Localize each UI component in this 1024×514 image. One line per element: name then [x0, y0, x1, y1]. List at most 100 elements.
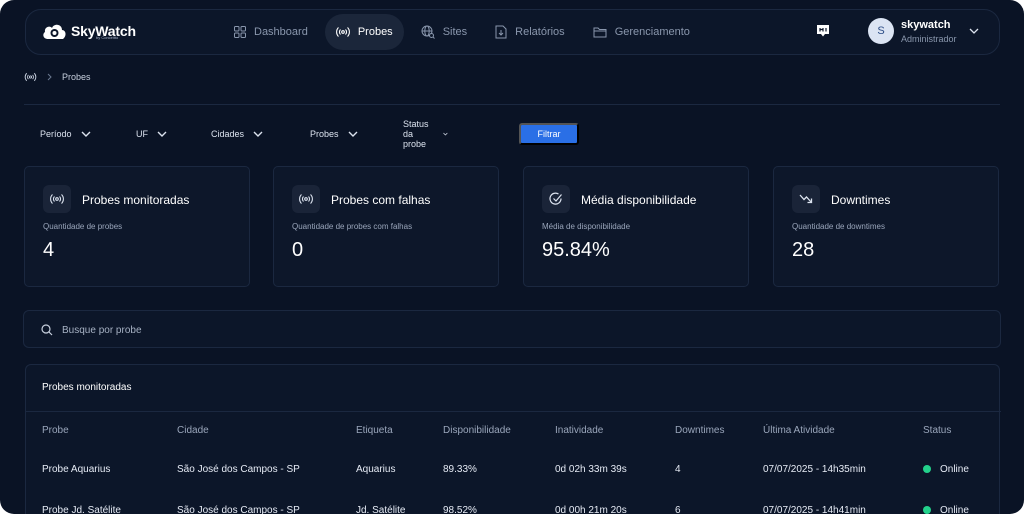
radio-signal-icon	[335, 27, 350, 37]
chevron-down-icon	[348, 131, 358, 137]
nav-item-relatorios[interactable]: Relatórios	[484, 14, 576, 50]
cell-ultima-atividade: 07/07/2025 - 14h35min	[763, 464, 866, 475]
brand-subtitle: by Conceitto	[96, 35, 119, 40]
card-probes-monitoradas: Probes monitoradas Quantidade de probes …	[24, 166, 250, 287]
cell-disponibilidade: 98.52%	[443, 505, 477, 514]
card-value: 95.84%	[542, 239, 610, 261]
cell-probe: Probe Aquarius	[42, 464, 111, 475]
column-header-status[interactable]: Status	[923, 425, 951, 436]
app-window: SkyWatch by Conceitto Dashboard Probes S…	[0, 0, 1024, 514]
radio-signal-icon	[299, 194, 313, 204]
search-icon	[41, 324, 53, 336]
card-downtimes: Downtimes Quantidade de downtimes 28	[773, 166, 999, 287]
cell-ultima-atividade: 07/07/2025 - 14h41min	[763, 505, 866, 514]
nav-item-probes[interactable]: Probes	[324, 14, 404, 50]
nav-item-sites[interactable]: Sites	[410, 14, 478, 50]
cell-cidade: São José dos Campos - SP	[177, 464, 300, 475]
search-input[interactable]	[62, 321, 562, 339]
radio-signal-icon	[50, 194, 64, 204]
status-badge: Online	[923, 505, 969, 514]
filter-periodo-label: Período	[40, 129, 72, 139]
chevron-down-icon	[157, 131, 167, 137]
notification-icon[interactable]	[816, 24, 830, 39]
cell-downtimes: 6	[675, 505, 681, 514]
grid-icon	[234, 26, 246, 38]
status-text: Online	[940, 464, 969, 475]
card-label: Quantidade de probes	[43, 222, 123, 231]
card-label: Média de disponibilidade	[542, 222, 631, 231]
cell-etiqueta: Jd. Satélite	[356, 505, 406, 514]
cell-inatividade: 0d 02h 33m 39s	[555, 464, 627, 475]
check-circle-icon	[549, 192, 562, 205]
filter-periodo[interactable]: Período	[40, 123, 91, 145]
chevron-down-icon	[442, 132, 448, 136]
chevron-down-icon	[81, 131, 91, 137]
column-header-downtimes[interactable]: Downtimes	[675, 425, 724, 436]
column-header-etiqueta[interactable]: Etiqueta	[356, 425, 393, 436]
status-badge: Online	[923, 464, 969, 475]
divider	[24, 104, 1000, 105]
breadcrumb: Probes	[24, 72, 91, 82]
brand-logo[interactable]: SkyWatch	[41, 21, 136, 41]
filter-cidades-label: Cidades	[211, 129, 245, 139]
cell-inatividade: 0d 00h 21m 20s	[555, 505, 627, 514]
filter-status-label: Status da probe	[403, 119, 429, 149]
column-header-disponibilidade[interactable]: Disponibilidade	[443, 425, 511, 436]
globe-icon	[421, 25, 435, 39]
chevron-right-icon	[47, 73, 52, 81]
avatar: S	[868, 18, 894, 44]
nav-item-gerenciamento[interactable]: Gerenciamento	[582, 14, 701, 50]
nav-label-dashboard: Dashboard	[254, 26, 308, 38]
filter-uf[interactable]: UF	[136, 123, 167, 145]
card-title: Downtimes	[831, 193, 891, 207]
folder-icon	[593, 27, 607, 38]
filter-cidades[interactable]: Cidades	[211, 123, 263, 145]
user-role: Administrador	[901, 33, 957, 44]
card-label: Quantidade de downtimes	[792, 222, 885, 231]
card-icon-box	[43, 185, 71, 213]
cell-etiqueta: Aquarius	[356, 464, 396, 475]
filter-status[interactable]: Status da probe	[403, 119, 448, 149]
card-value: 0	[292, 239, 304, 261]
card-title: Probes monitoradas	[82, 193, 190, 207]
panel-title: Probes monitoradas	[42, 382, 132, 393]
status-dot-icon	[923, 506, 931, 514]
probes-table-panel: Probes monitoradas Probe Cidade Etiqueta…	[25, 364, 1001, 514]
filter-probes-label: Probes	[310, 129, 339, 139]
nav-label-relatorios: Relatórios	[515, 26, 565, 38]
divider	[26, 411, 1001, 412]
card-title: Média disponibilidade	[581, 193, 697, 207]
card-label: Quantidade de probes com falhas	[292, 222, 413, 231]
nav-item-dashboard[interactable]: Dashboard	[223, 14, 319, 50]
filter-uf-label: UF	[136, 129, 148, 139]
cell-probe: Probe Jd. Satélite	[42, 505, 121, 514]
column-header-probe[interactable]: Probe	[42, 425, 69, 436]
status-text: Online	[940, 505, 969, 514]
card-icon-box	[292, 185, 320, 213]
filter-probes[interactable]: Probes	[310, 123, 358, 145]
nav-label-sites: Sites	[442, 26, 468, 38]
radio-signal-icon[interactable]	[24, 72, 37, 82]
cell-cidade: São José dos Campos - SP	[177, 505, 300, 514]
user-name: skywatch	[901, 18, 951, 31]
card-title: Probes com falhas	[331, 193, 431, 207]
chevron-down-icon	[253, 131, 263, 137]
file-download-icon	[495, 25, 507, 39]
status-dot-icon	[923, 465, 931, 473]
cell-downtimes: 4	[675, 464, 681, 475]
card-value: 28	[792, 239, 815, 261]
column-header-ultima-atividade[interactable]: Última Atividade	[763, 425, 835, 436]
filter-button[interactable]: Filtrar	[519, 123, 579, 145]
user-menu[interactable]: S skywatch Administrador	[868, 18, 979, 44]
column-header-cidade[interactable]: Cidade	[177, 425, 209, 436]
nav-label-gerenciamento: Gerenciamento	[614, 26, 690, 38]
card-icon-box	[542, 185, 570, 213]
chevron-down-icon	[969, 28, 978, 34]
main-nav: Dashboard Probes Sites Relatórios Gerenc…	[223, 14, 707, 50]
card-media-disponibilidade: Média disponibilidade Média de disponibi…	[523, 166, 749, 287]
column-header-inatividade[interactable]: Inatividade	[555, 425, 603, 436]
card-probes-com-falhas: Probes com falhas Quantidade de probes c…	[273, 166, 499, 287]
card-value: 4	[43, 239, 55, 261]
nav-label-probes: Probes	[357, 26, 393, 38]
breadcrumb-current: Probes	[62, 72, 91, 82]
